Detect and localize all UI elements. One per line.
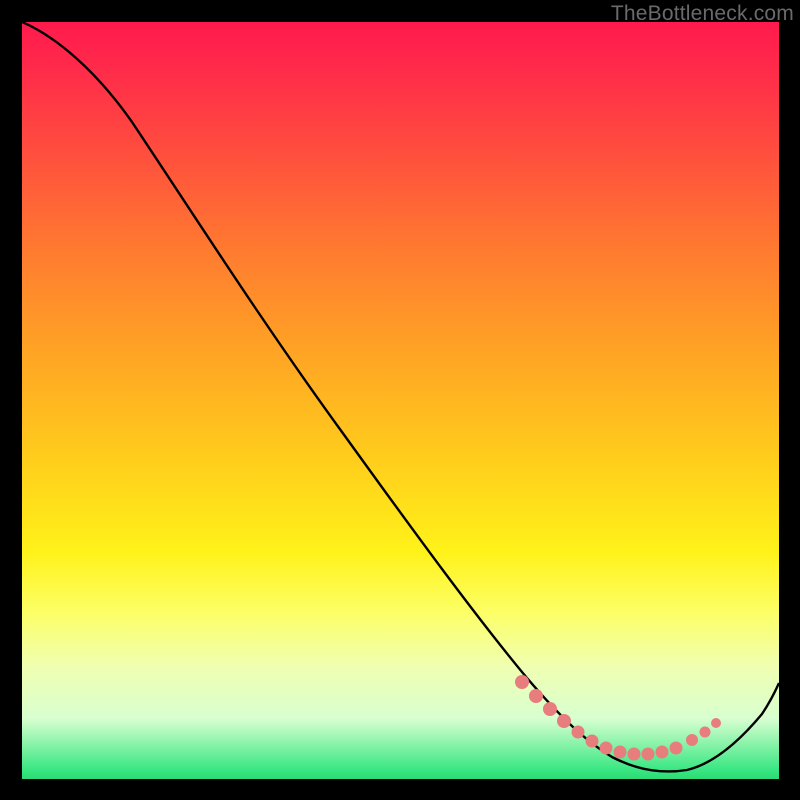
highlight-markers (515, 675, 721, 761)
bottleneck-curve (22, 22, 779, 779)
gradient-plot-area (22, 22, 779, 779)
watermark-text: TheBottleneck.com (611, 2, 794, 26)
curve-path (22, 22, 779, 771)
chart-stage: TheBottleneck.com (0, 0, 800, 800)
